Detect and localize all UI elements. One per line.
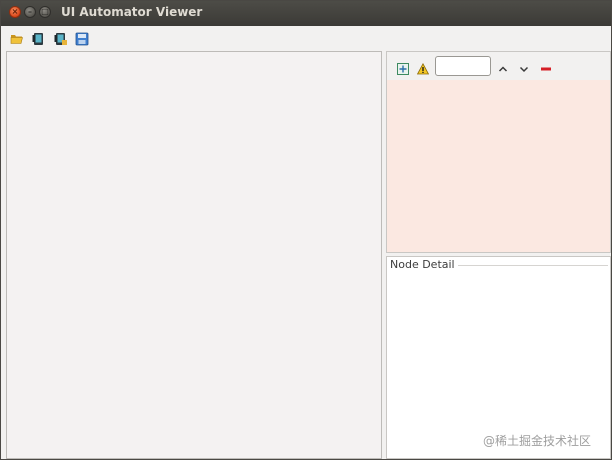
expand-all-icon [397,63,409,75]
clear-search-button[interactable] [540,60,552,72]
node-detail-title: Node Detail [390,258,458,271]
device-screenshot-button[interactable] [32,31,46,45]
next-match-button[interactable] [518,60,530,73]
node-detail-table[interactable] [388,273,609,457]
close-icon: × [11,7,19,16]
next-icon [519,66,529,73]
window-maximize-button[interactable]: □ [39,6,51,18]
device-screenshot-compressed-icon [54,33,67,45]
hierarchy-search-input[interactable] [435,56,491,76]
device-screenshot-icon [32,33,43,45]
minimize-icon: – [28,7,32,16]
previous-match-button[interactable] [497,60,509,72]
expand-all-button[interactable] [397,60,409,75]
hierarchy-toolbar [387,52,610,80]
screenshot-panel[interactable] [6,51,382,459]
save-icon [75,32,89,46]
device-screenshot-compressed-button[interactable] [54,31,68,45]
open-button[interactable] [10,31,24,45]
open-icon [10,35,23,44]
window-close-button[interactable]: × [9,6,21,18]
hierarchy-tree[interactable] [387,80,610,252]
app-window: × – □ UI Automator Viewer Node Detail @稀… [0,0,612,460]
window-title: UI Automator Viewer [61,5,203,19]
main-toolbar [1,26,611,50]
window-minimize-button[interactable]: – [24,6,36,18]
title-bar[interactable]: × – □ UI Automator Viewer [1,1,611,26]
hierarchy-panel [386,51,611,253]
watermark: @稀土掘金技术社区 [483,434,592,448]
save-button[interactable] [75,31,89,46]
warning-icon [416,62,430,75]
clear-icon [541,67,551,71]
node-detail-divider [457,265,608,266]
previous-icon [498,66,508,72]
toggle-nafs-button[interactable] [416,60,430,75]
maximize-icon: □ [41,7,49,16]
node-detail-panel: Node Detail [386,256,611,459]
